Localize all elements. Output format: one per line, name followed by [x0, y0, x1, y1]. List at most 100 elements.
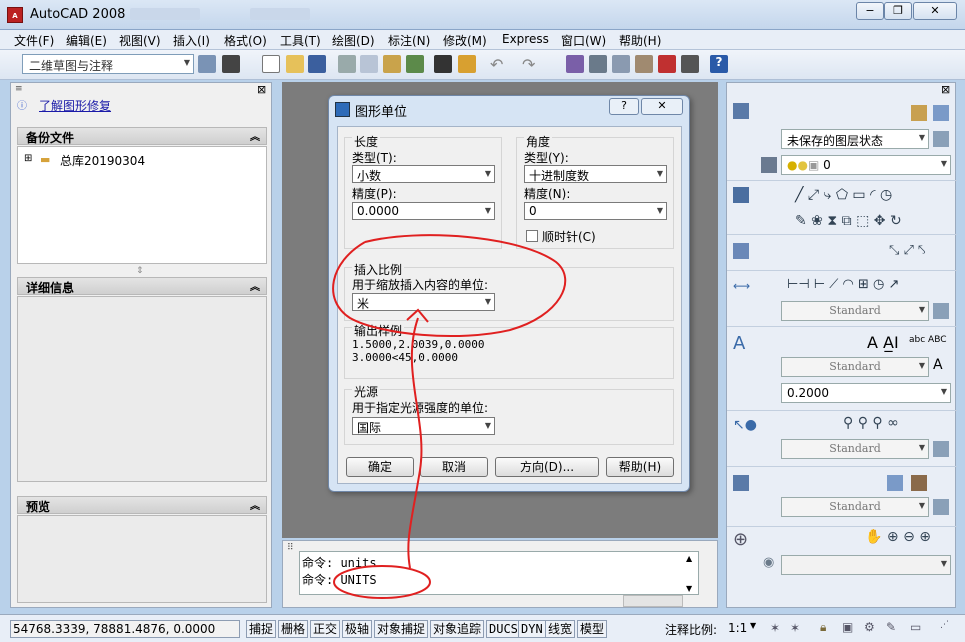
table-style-select[interactable]: Standard ▼: [781, 497, 929, 517]
collapse-icon[interactable]: ︽: [250, 128, 260, 143]
3d-dwf-icon[interactable]: [406, 55, 424, 73]
length-precision-select[interactable]: 0.0000 ▼: [352, 202, 495, 220]
recovery-help-link[interactable]: 了解图形修复: [39, 97, 111, 114]
collapse-icon[interactable]: ︽: [250, 497, 260, 512]
ok-button[interactable]: 确定: [346, 457, 414, 477]
model-toggle[interactable]: 模型: [577, 620, 608, 638]
open-file-icon[interactable]: [286, 55, 304, 73]
menu-tools[interactable]: 工具(T): [280, 32, 321, 49]
match-properties-icon[interactable]: [458, 55, 476, 73]
layers-icon[interactable]: [733, 103, 749, 119]
publish-icon[interactable]: [383, 55, 401, 73]
lock-icon[interactable]: 🔒︎: [820, 620, 826, 635]
menu-draw[interactable]: 绘图(D): [332, 32, 375, 49]
menu-dimension[interactable]: 标注(N): [388, 32, 430, 49]
layer-tools-icon[interactable]: [933, 131, 949, 147]
annotation-visibility-icon[interactable]: ✶: [770, 621, 780, 635]
lighting-units-select[interactable]: 国际 ▼: [352, 417, 495, 435]
tray-settings-icon[interactable]: ✎: [886, 620, 896, 634]
menu-view[interactable]: 视图(V): [119, 32, 161, 49]
chevron-down-icon[interactable]: ▼: [750, 621, 756, 630]
draw-tools-icons[interactable]: ╱ ⤢ ⤷ ⬠ ▭ ◜ ◷: [795, 187, 892, 203]
insert-table-icon[interactable]: [887, 475, 903, 491]
snap-toggle[interactable]: 捕捉: [246, 620, 277, 638]
help-icon[interactable]: ?: [710, 55, 728, 73]
otrack-toggle[interactable]: 对象追踪: [430, 620, 485, 638]
menu-window[interactable]: 窗口(W): [561, 32, 606, 49]
text-style-select[interactable]: Standard ▼: [781, 357, 929, 377]
angle-precision-select[interactable]: 0 ▼: [524, 202, 667, 220]
3d-make-icon[interactable]: [733, 243, 749, 259]
ducs-toggle[interactable]: DUCS: [486, 620, 521, 638]
text-height-input[interactable]: 0.2000 ▼: [781, 383, 951, 403]
text-tools-icons[interactable]: A A̲I: [867, 333, 899, 352]
menu-modify[interactable]: 修改(M): [443, 32, 487, 49]
expand-icon[interactable]: ⊞: [24, 153, 32, 164]
grip-icon[interactable]: ⠿: [287, 543, 294, 553]
print-preview-icon[interactable]: [360, 55, 378, 73]
dimension-icon[interactable]: ⟷: [733, 279, 750, 293]
ortho-toggle[interactable]: 正交: [310, 620, 341, 638]
scroll-down-icon[interactable]: ▼: [686, 584, 692, 593]
undo-icon[interactable]: ↶: [490, 55, 508, 74]
backup-section-header[interactable]: 备份文件 ︽: [17, 127, 267, 145]
backup-item[interactable]: 总库20190304: [60, 152, 145, 169]
command-history[interactable]: 命令: units 命令: UNITS ▲ ▼: [299, 551, 699, 595]
annotation-scale-value[interactable]: 1:1: [728, 621, 747, 635]
text-icon[interactable]: A: [733, 333, 745, 354]
grip-icon[interactable]: ≡: [15, 84, 23, 94]
draw-2d-icon[interactable]: [733, 187, 749, 203]
layer-states-icon[interactable]: [933, 105, 949, 121]
text-style-icon[interactable]: A: [933, 357, 943, 373]
table-link-icon[interactable]: [911, 475, 927, 491]
coordinates-readout[interactable]: 54768.3339, 78881.4876, 0.0000: [10, 620, 240, 638]
preview-section-header[interactable]: 预览 ︽: [17, 496, 267, 514]
mleader-style-select[interactable]: Standard ▼: [781, 439, 929, 459]
insert-scale-select[interactable]: 米 ▼: [352, 293, 495, 311]
new-file-icon[interactable]: [262, 55, 280, 73]
clean-screen-icon[interactable]: ▭: [910, 620, 921, 634]
tool-palettes-icon[interactable]: [635, 55, 653, 73]
layer-state-select[interactable]: 未保存的图层状态 ▼: [781, 129, 929, 149]
dim-style-select[interactable]: Standard ▼: [781, 301, 929, 321]
workspace-icon[interactable]: [222, 55, 240, 73]
menu-insert[interactable]: 插入(I): [173, 32, 210, 49]
clockwise-checkbox[interactable]: [526, 230, 538, 242]
properties-icon[interactable]: [589, 55, 607, 73]
angle-type-select[interactable]: 十进制度数 ▼: [524, 165, 667, 183]
polar-toggle[interactable]: 极轴: [342, 620, 373, 638]
pencil-icon[interactable]: [434, 55, 452, 73]
panel-close-icon[interactable]: ⊠: [257, 83, 266, 96]
calculator-icon[interactable]: [681, 55, 699, 73]
mleader-style-icon[interactable]: [933, 441, 949, 457]
toolbar-lock-icon[interactable]: ▣: [842, 620, 853, 634]
dim-style-icon[interactable]: [933, 303, 949, 319]
direction-button[interactable]: 方向(D)...: [495, 457, 599, 477]
dimension-tools-icons[interactable]: ⊢⊣ ⊢ ⟋ ◠ ⊞ ◷ ↗: [787, 277, 899, 292]
osnap-toggle[interactable]: 对象捕捉: [374, 620, 429, 638]
modify-tools-icons[interactable]: ✎ ❀ ⧗ ⧉ ⬚ ✥ ↻: [795, 213, 902, 229]
workspace-settings-icon[interactable]: [198, 55, 216, 73]
table-style-icon[interactable]: [933, 499, 949, 515]
menu-edit[interactable]: 编辑(E): [66, 32, 107, 49]
workspace-select[interactable]: 二维草图与注释 ▼: [22, 54, 194, 74]
details-section-header[interactable]: 详细信息 ︽: [17, 277, 267, 295]
close-button[interactable]: ✕: [913, 2, 957, 20]
layer-previous-icon[interactable]: [911, 105, 927, 121]
save-icon[interactable]: [308, 55, 326, 73]
splitter-icon[interactable]: ⇕: [136, 266, 144, 276]
design-center-icon[interactable]: [612, 55, 630, 73]
pan-icon[interactable]: [566, 55, 584, 73]
menu-format[interactable]: 格式(O): [224, 32, 267, 49]
length-type-select[interactable]: 小数 ▼: [352, 165, 495, 183]
compass-icon[interactable]: ⊕: [733, 529, 748, 550]
back-icon[interactable]: ◉: [763, 555, 774, 570]
dialog-help-button[interactable]: ?: [609, 98, 639, 115]
redo-icon[interactable]: ↷: [522, 55, 540, 74]
restore-button[interactable]: ❐: [884, 2, 912, 20]
menu-file[interactable]: 文件(F): [14, 32, 54, 49]
collapse-icon[interactable]: ︽: [250, 278, 260, 293]
menu-help[interactable]: 帮助(H): [619, 32, 661, 49]
multileader-tools-icons[interactable]: ⚲ ⚲ ⚲ ∞: [843, 415, 899, 431]
minimize-button[interactable]: −: [856, 2, 884, 20]
